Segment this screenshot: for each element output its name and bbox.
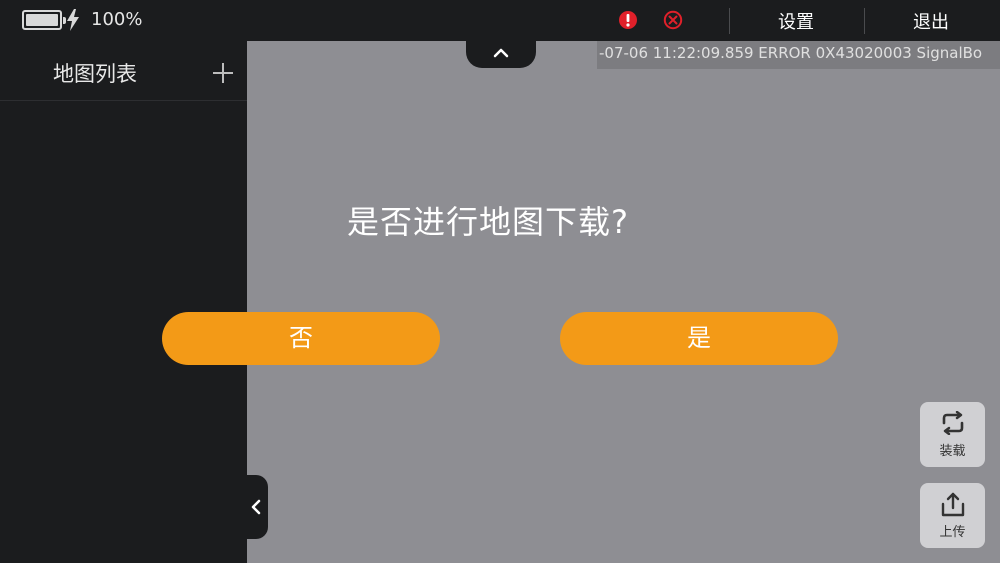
map-list-sidebar: 地图列表 <box>0 41 247 563</box>
collapse-sidebar-button[interactable] <box>247 475 268 539</box>
plus-icon[interactable] <box>210 60 236 86</box>
load-label: 装载 <box>939 444 966 459</box>
upload-icon <box>941 492 965 517</box>
settings-button[interactable]: 设置 <box>778 8 814 34</box>
charging-bolt-icon <box>67 9 79 31</box>
error-log-text: -07-06 11:22:09.859 ERROR 0X43020003 Sig… <box>599 44 983 62</box>
map-canvas[interactable]: -07-06 11:22:09.859 ERROR 0X43020003 Sig… <box>247 41 1000 563</box>
exit-button[interactable]: 退出 <box>913 8 949 34</box>
x-circle-icon[interactable] <box>663 10 683 30</box>
chevron-up-icon <box>493 48 509 58</box>
battery-percent: 100% <box>91 9 143 30</box>
exclamation-circle-icon[interactable] <box>618 10 638 30</box>
divider <box>729 8 730 34</box>
refresh-icon <box>942 411 964 435</box>
status-bar: 100% 设置 退出 <box>0 0 1000 41</box>
chevron-left-icon <box>251 499 261 515</box>
collapse-top-button[interactable] <box>466 41 536 68</box>
yes-button[interactable]: 是 <box>560 312 838 365</box>
divider <box>864 8 865 34</box>
error-log-bar: -07-06 11:22:09.859 ERROR 0X43020003 Sig… <box>597 41 1000 69</box>
upload-button[interactable]: 上传 <box>920 483 985 548</box>
battery-fill <box>26 14 58 26</box>
sidebar-title: 地图列表 <box>53 62 137 86</box>
upload-label: 上传 <box>939 525 966 540</box>
no-button[interactable]: 否 <box>162 312 440 365</box>
battery-icon <box>22 10 66 30</box>
load-button[interactable]: 装载 <box>920 402 985 467</box>
sidebar-header: 地图列表 <box>0 41 247 101</box>
dialog-question: 是否进行地图下载? <box>347 203 629 241</box>
app-root: 100% 设置 退出 地图列表 -07-06 11:22:09.859 ERRO… <box>0 0 1000 563</box>
